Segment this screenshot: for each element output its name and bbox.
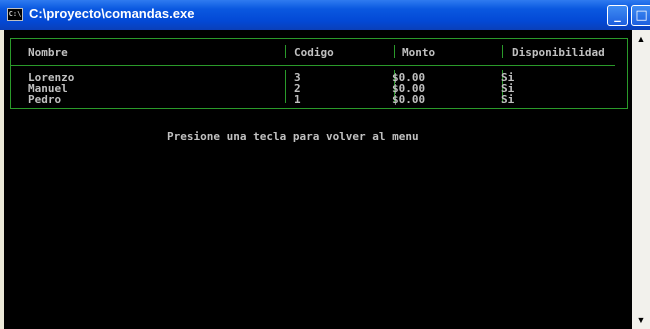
scroll-down-icon[interactable]: ▼ — [632, 311, 650, 329]
return-to-menu-prompt: Presione una tecla para volver al menu — [167, 130, 419, 143]
console-output[interactable]: Nombre Codigo Monto Disponibilidad Loren… — [4, 30, 632, 329]
column-separator — [394, 45, 395, 58]
table-cell-nombre: Pedro — [28, 93, 62, 106]
vertical-scrollbar[interactable]: ▲ ▼ — [632, 30, 650, 329]
table-cell-disponibilidad: Si — [501, 93, 515, 106]
table-header-divider — [10, 65, 615, 66]
window-title: C:\proyecto\comandas.exe — [29, 6, 195, 21]
column-header-codigo: Codigo — [294, 46, 334, 59]
console-app-icon[interactable]: C:\ — [7, 8, 23, 21]
column-separator — [502, 45, 503, 58]
maximize-button[interactable]: □ — [631, 5, 650, 26]
scroll-up-icon[interactable]: ▲ — [632, 30, 650, 48]
minimize-button[interactable]: _ — [607, 5, 628, 26]
column-header-nombre: Nombre — [28, 46, 68, 59]
column-header-disponibilidad: Disponibilidad — [512, 46, 605, 59]
column-separator — [285, 70, 286, 103]
column-header-monto: Monto — [402, 46, 436, 59]
column-separator — [285, 45, 286, 58]
console-window: C:\ C:\proyecto\comandas.exe _ □ Nombre … — [0, 0, 650, 329]
table-cell-monto: $0.00 — [392, 93, 426, 106]
title-bar[interactable]: C:\ C:\proyecto\comandas.exe _ □ — [0, 0, 650, 30]
table-cell-codigo: 1 — [294, 93, 301, 106]
